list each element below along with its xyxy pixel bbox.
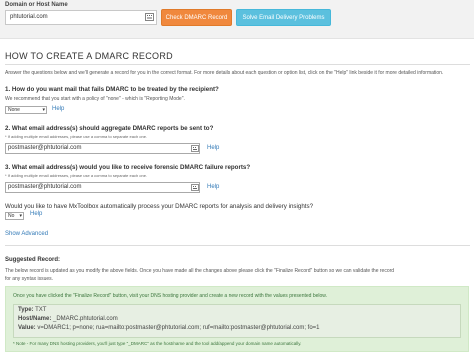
record-host-label: Host/Name:	[18, 316, 52, 322]
divider	[5, 64, 470, 65]
help-link-3[interactable]: Help	[207, 184, 219, 190]
record-value-text: v=DMARC1; p=none; rua=mailto:postmaster@…	[37, 325, 320, 331]
keyboard-icon[interactable]	[191, 184, 199, 191]
record-type: Type: TXT	[18, 307, 46, 313]
record-host: Host/Name: _DMARC.phtutorial.com	[18, 316, 118, 322]
suggested-record-title: Suggested Record:	[5, 257, 61, 263]
page-title: HOW TO CREATE A DMARC RECORD	[5, 51, 173, 61]
question-4-label: Would you like to have MxToolbox automat…	[5, 203, 314, 210]
record-value: Value: v=DMARC1; p=none; rua=mailto:post…	[18, 325, 320, 331]
help-link-2[interactable]: Help	[207, 145, 219, 151]
aggregate-email-field[interactable]: postmaster@phtutorial.com	[5, 143, 200, 154]
forensic-email-field[interactable]: postmaster@phtutorial.com	[5, 182, 200, 193]
chevron-down-icon: ▾	[42, 107, 45, 113]
question-2-hint: * If adding multiple email addresses, pl…	[5, 134, 148, 139]
question-1-label: 1. How do you want mail that fails DMARC…	[5, 86, 219, 93]
help-link-4[interactable]: Help	[30, 211, 42, 217]
suggested-record-text-2: for any syntax issues.	[5, 276, 54, 282]
record-type-label: Type:	[18, 307, 34, 313]
keyboard-icon[interactable]	[191, 145, 199, 152]
record-instructions: Once you have clicked the "Finalize Reco…	[13, 293, 327, 299]
record-footnote: * Note - For many DNS hosting providers,…	[13, 341, 302, 346]
solve-email-button[interactable]: Solve Email Delivery Problems	[236, 9, 331, 26]
divider	[5, 245, 470, 246]
intro-text: Answer the questions below and we'll gen…	[5, 70, 444, 76]
question-2-label: 2. What email address(s) should aggregat…	[5, 125, 214, 132]
suggested-record-text: The below record is updated as you modif…	[5, 268, 395, 274]
header-bar: Domain or Host Name phtutorial.com Check…	[0, 0, 474, 39]
question-1-hint: We recommend that you start with a polic…	[5, 96, 185, 102]
policy-select-value: None	[8, 107, 20, 113]
record-host-value: _DMARC.phtutorial.com	[53, 316, 118, 322]
question-3-hint: * If adding multiple email addresses, pl…	[5, 173, 148, 178]
keyboard-icon[interactable]	[145, 13, 154, 21]
auto-process-select[interactable]: No ▾	[5, 212, 24, 220]
domain-label: Domain or Host Name	[5, 2, 68, 8]
domain-input[interactable]: phtutorial.com	[5, 10, 157, 25]
record-type-value: TXT	[35, 307, 47, 313]
auto-process-select-value: No	[8, 213, 15, 219]
show-advanced-link[interactable]: Show Advanced	[5, 231, 48, 237]
help-link-1[interactable]: Help	[52, 106, 64, 112]
record-value-label: Value:	[18, 325, 36, 331]
policy-select[interactable]: None ▾	[5, 106, 47, 114]
question-3-label: 3. What email address(s) would you like …	[5, 164, 251, 171]
check-dmarc-button[interactable]: Check DMARC Record	[161, 9, 232, 26]
chevron-down-icon: ▾	[19, 213, 22, 219]
